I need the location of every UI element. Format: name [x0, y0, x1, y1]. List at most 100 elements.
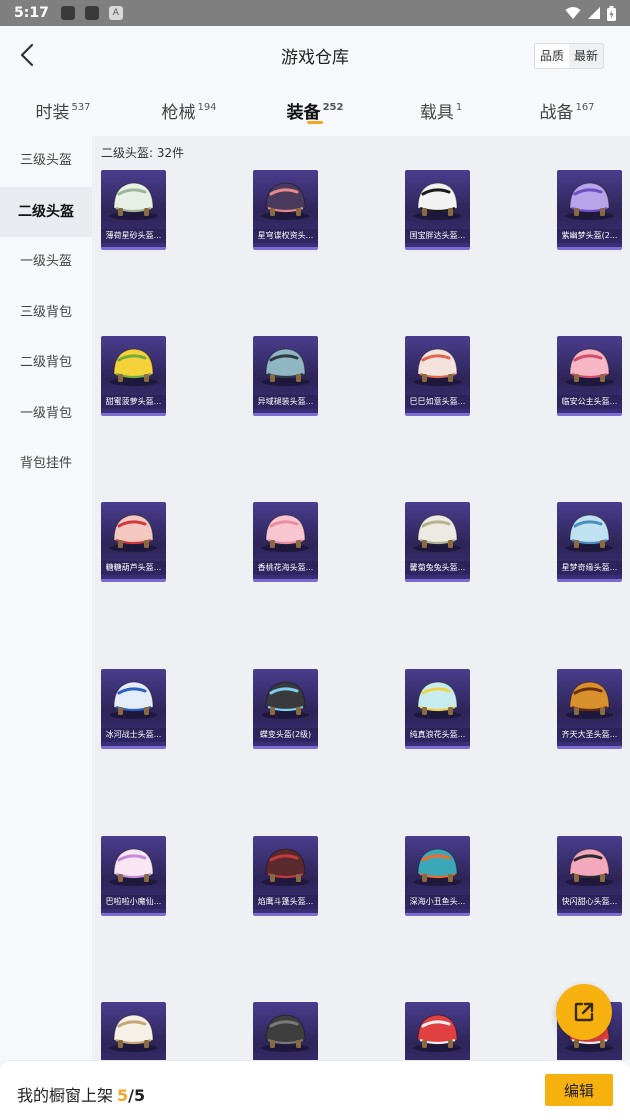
- notification-icon: [84, 6, 99, 20]
- sort-quality-button[interactable]: 品质: [534, 44, 569, 68]
- helmet-icon: [261, 348, 310, 386]
- helmet-icon: [109, 514, 158, 552]
- tab-gear[interactable]: 战备 167: [504, 84, 630, 136]
- helmet-item-card[interactable]: 薄荷星砂头盔...: [101, 170, 166, 250]
- sidebar-item-level2-backpack[interactable]: 二级背包: [0, 338, 92, 389]
- helmet-item-name: 香桃花海头盔...: [253, 561, 318, 575]
- tab-label: 载具: [419, 103, 454, 123]
- sidebar-item-level3-helmet[interactable]: 三级头盔: [0, 136, 92, 187]
- helmet-item-card[interactable]: 国宝胖达头盔...: [405, 170, 470, 250]
- helmet-item-card[interactable]: 馨菊兔兔头盔...: [405, 502, 470, 582]
- showcase-label: 我的橱窗上架: [17, 1086, 114, 1105]
- helmet-icon: [109, 681, 158, 719]
- helmet-item-name: 临安公主头盔...: [557, 395, 622, 409]
- tab-count: 194: [197, 102, 217, 113]
- tab-label: 装备: [286, 103, 321, 123]
- helmet-item-card[interactable]: 异域褪装头盔...: [253, 336, 318, 416]
- helmet-item-name: 甜蜜菠萝头盔...: [101, 395, 166, 409]
- showcase-current: 5: [117, 1086, 129, 1105]
- share-icon: [574, 1002, 594, 1022]
- helmet-item-name: 冰河战士头盔...: [101, 728, 166, 742]
- sidebar-item-level1-helmet[interactable]: 一级头盔: [0, 237, 92, 288]
- sort-latest-button[interactable]: 最新: [569, 44, 603, 68]
- helmet-icon: [413, 182, 462, 220]
- helmet-icon: [109, 348, 158, 386]
- tab-count: 252: [322, 102, 344, 113]
- tab-vehicles[interactable]: 载具 1: [378, 84, 504, 136]
- item-grid: 二级头盔: 32件 薄荷星砂头盔... 星穹谍权资头... 国宝胖达头盔... 紫幽梦…: [92, 136, 630, 1060]
- helmet-item-card[interactable]: 巴啦啦小魔仙...: [101, 836, 166, 916]
- helmet-icon: [413, 1014, 462, 1052]
- helmet-icon: [565, 848, 614, 886]
- helmet-item-card[interactable]: 紫幽梦头盔(2...: [557, 170, 622, 250]
- app-a-icon: A: [108, 6, 123, 20]
- sidebar-item-level1-backpack[interactable]: 一级背包: [0, 389, 92, 440]
- helmet-icon: [261, 1014, 310, 1052]
- helmet-icon: [261, 681, 310, 719]
- helmet-icon: [261, 848, 310, 886]
- status-icons: [565, 5, 616, 21]
- signal-icon: [588, 7, 600, 19]
- helmet-item-card[interactable]: 冰河战士头盔...: [101, 669, 166, 749]
- helmet-item-card[interactable]: [405, 1002, 470, 1060]
- tab-firearms[interactable]: 枪械 194: [126, 84, 252, 136]
- helmet-item-card[interactable]: 深海小丑鱼头...: [405, 836, 470, 916]
- tab-count: 537: [71, 102, 91, 113]
- helmet-item-card[interactable]: 临安公主头盔...: [557, 336, 622, 416]
- helmet-item-name: 馨菊兔兔头盔...: [405, 561, 470, 575]
- helmet-item-card[interactable]: 香桃花海头盔...: [253, 502, 318, 582]
- helmet-icon: [109, 848, 158, 886]
- tab-label: 枪械: [161, 103, 196, 123]
- helmet-icon: [109, 182, 158, 220]
- tab-count: 1: [455, 102, 463, 113]
- status-bar: 5:17 A: [0, 0, 630, 26]
- helmet-item-name: 国宝胖达头盔...: [405, 229, 470, 243]
- tab-label: 时装: [35, 103, 70, 123]
- helmet-item-name: 纯真浪花头盔...: [405, 728, 470, 742]
- helmet-item-name: 星穹谍权资头...: [253, 229, 318, 243]
- helmet-item-name: 糖糖葫芦头盔...: [101, 561, 166, 575]
- sort-toggle: 品质 最新: [533, 43, 604, 69]
- sidebar-item-level3-backpack[interactable]: 三级背包: [0, 288, 92, 339]
- helmet-icon: [413, 348, 462, 386]
- sidebar-item-level2-helmet[interactable]: 二级头盔: [0, 186, 92, 237]
- status-time: 5:17: [14, 5, 49, 21]
- showcase-status: 我的橱窗上架 5/5: [17, 1082, 145, 1106]
- helmet-item-name: 紫幽梦头盔(2...: [557, 229, 622, 243]
- helmet-item-card[interactable]: 焰鹰斗篷头盔...: [253, 836, 318, 916]
- share-button[interactable]: [556, 984, 612, 1040]
- edit-button[interactable]: 编辑: [545, 1074, 613, 1106]
- helmet-item-card[interactable]: 巳巳如意头盔...: [405, 336, 470, 416]
- helmet-icon: [413, 514, 462, 552]
- helmet-item-name: 薄荷星砂头盔...: [101, 229, 166, 243]
- bottom-bar: 我的橱窗上架 5/5 编辑: [0, 1060, 630, 1120]
- tab-equipment[interactable]: 装备 252: [252, 84, 378, 136]
- helmet-icon: [565, 348, 614, 386]
- wifi-icon: [565, 7, 581, 19]
- helmet-item-card[interactable]: 齐天大圣头盔...: [557, 669, 622, 749]
- helmet-item-name: 深海小丑鱼头...: [405, 895, 470, 909]
- helmet-item-name: 焰鹰斗篷头盔...: [253, 895, 318, 909]
- helmet-item-card[interactable]: 糖糖葫芦头盔...: [101, 502, 166, 582]
- helmet-item-name: 巴啦啦小魔仙...: [101, 895, 166, 909]
- header: 游戏仓库 品质 最新: [0, 26, 630, 84]
- showcase-total: 5: [134, 1086, 146, 1105]
- helmet-icon: [413, 681, 462, 719]
- helmet-item-card[interactable]: 甜蜜菠萝头盔...: [101, 336, 166, 416]
- category-tabs: 时装 537 枪械 194 装备 252 载具 1 战备 167: [0, 84, 630, 136]
- helmet-item-card[interactable]: 星梦奇缘头盔...: [557, 502, 622, 582]
- tab-outfit[interactable]: 时装 537: [0, 84, 126, 136]
- helmet-item-card[interactable]: 蝶变头盔(2级): [253, 669, 318, 749]
- helmet-item-card[interactable]: 快闪甜心头盔...: [557, 836, 622, 916]
- helmet-item-name: 星梦奇缘头盔...: [557, 561, 622, 575]
- helmet-item-card[interactable]: 纯真浪花头盔...: [405, 669, 470, 749]
- sidebar-item-backpack-charm[interactable]: 背包挂件: [0, 439, 92, 490]
- helmet-item-name: 异域褪装头盔...: [253, 395, 318, 409]
- battery-icon: [607, 5, 616, 21]
- helmet-item-name: 蝶变头盔(2级): [253, 728, 318, 742]
- helmet-item-card[interactable]: [253, 1002, 318, 1060]
- helmet-item-card[interactable]: 星穹谍权资头...: [253, 170, 318, 250]
- helmet-item-name: 快闪甜心头盔...: [557, 895, 622, 909]
- helmet-icon: [261, 182, 310, 220]
- helmet-item-card[interactable]: [101, 1002, 166, 1060]
